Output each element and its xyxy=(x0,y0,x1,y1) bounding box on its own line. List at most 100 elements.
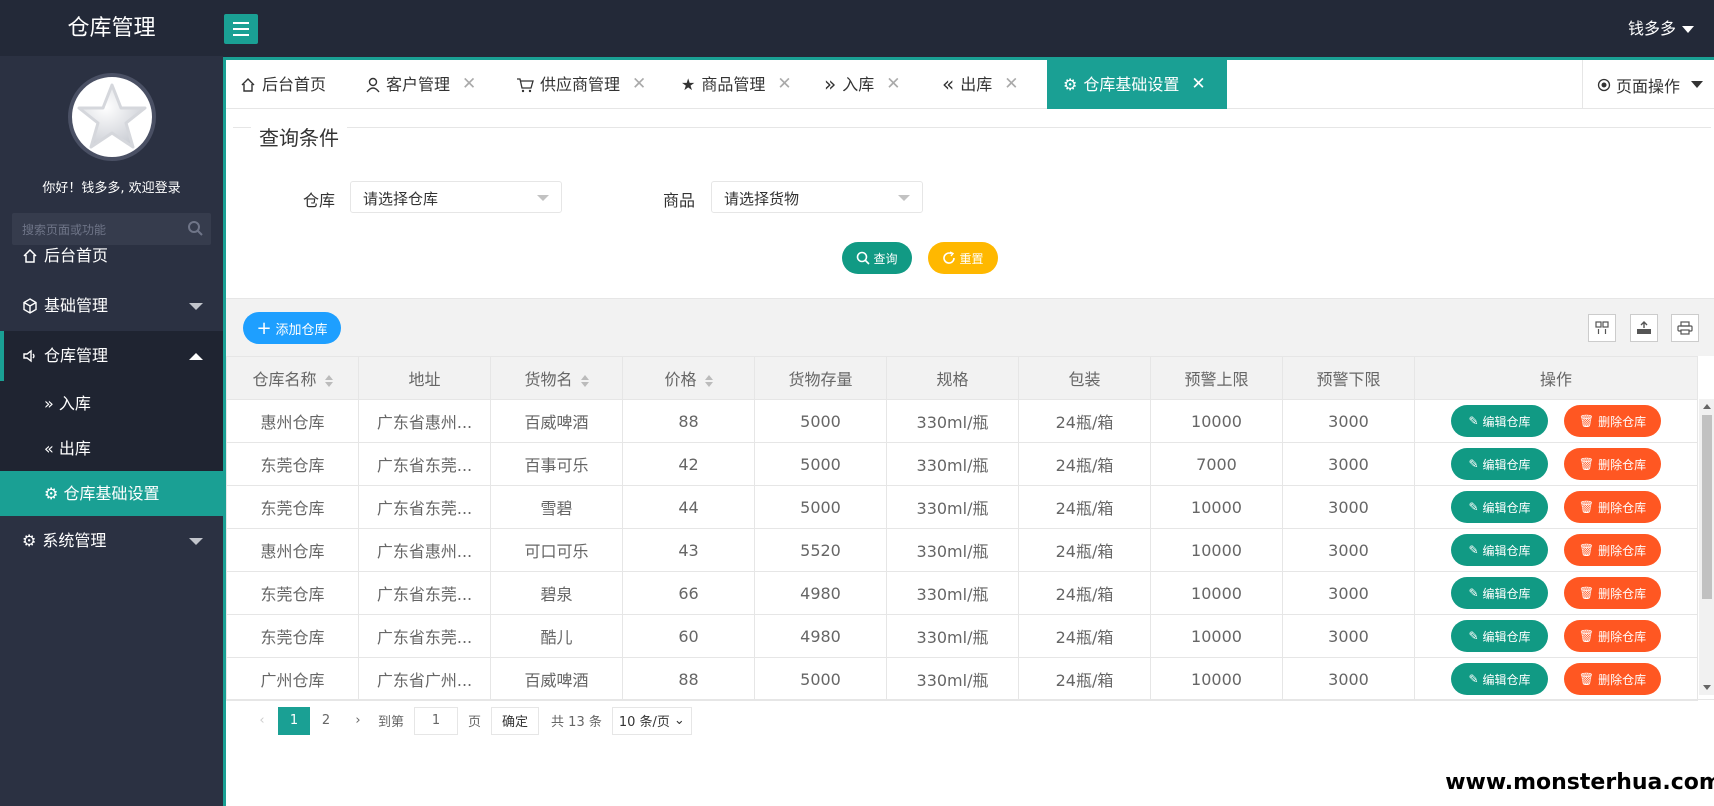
edit-warehouse-button[interactable]: ✎ 编辑仓库 xyxy=(1451,663,1548,695)
scroll-up-icon[interactable] xyxy=(1703,404,1711,409)
warehouse-select-placeholder: 请选择仓库 xyxy=(363,190,439,208)
plus-icon: + xyxy=(256,317,272,339)
close-icon[interactable]: ✕ xyxy=(632,62,646,107)
columns-filter-button[interactable] xyxy=(1588,314,1616,342)
sidebar-subitem-warehouse-settings[interactable]: ⚙ 仓库基础设置 xyxy=(0,471,223,516)
delete-warehouse-button[interactable]: 🗑 删除仓库 xyxy=(1564,577,1661,609)
close-icon[interactable]: ✕ xyxy=(462,62,476,107)
chevron-down-icon xyxy=(189,303,203,310)
table-cell: 3000 xyxy=(1282,485,1415,529)
delete-button-label: 删除仓库 xyxy=(1598,586,1647,601)
table-cell: 广东省东莞... xyxy=(358,485,491,529)
tab-home[interactable]: 后台首页 xyxy=(232,60,334,109)
edit-warehouse-button[interactable]: ✎ 编辑仓库 xyxy=(1451,534,1548,566)
sort-icon[interactable] xyxy=(580,374,589,387)
tab-outbound[interactable]: « 出库 ✕ xyxy=(934,60,1027,109)
sidebar-item-warehouse[interactable]: 仓库管理 xyxy=(0,331,223,381)
edit-button-label: 编辑仓库 xyxy=(1482,414,1531,429)
goods-select-placeholder: 请选择货物 xyxy=(724,190,800,208)
search-icon xyxy=(857,251,871,265)
pencil-icon: ✎ xyxy=(1468,586,1479,600)
warehouse-table: 仓库名称 地址 货物名 价格 货物存量 规格 包装 预警上限 预警下限 操作 惠… xyxy=(226,356,1698,701)
table-cell: 88 xyxy=(622,657,755,701)
print-button[interactable] xyxy=(1671,314,1699,342)
reset-button[interactable]: 重置 xyxy=(928,242,998,274)
sidebar-item-basic[interactable]: 基础管理 xyxy=(0,281,223,331)
goods-select[interactable]: 请选择货物 xyxy=(711,181,923,213)
column-header: 操作 xyxy=(1414,356,1698,400)
column-header[interactable]: 货物名 xyxy=(490,356,623,400)
table-cell: 330ml/瓶 xyxy=(886,442,1019,486)
table-cell: 10000 xyxy=(1150,485,1283,529)
tab-inbound[interactable]: » 入库 ✕ xyxy=(816,60,909,109)
tab-warehouse-settings[interactable]: ⚙ 仓库基础设置 ✕ xyxy=(1047,60,1227,109)
sidebar-subitem-outbound[interactable]: « 出库 xyxy=(0,426,223,471)
goto-page-input[interactable]: 1 xyxy=(414,706,459,735)
column-header[interactable]: 价格 xyxy=(622,356,755,400)
page-number[interactable]: 1 xyxy=(278,706,310,735)
table-cell: 3000 xyxy=(1282,657,1415,701)
tab-label: 商品管理 xyxy=(701,75,766,94)
avatar xyxy=(68,73,156,161)
tab-supplier[interactable]: 供应商管理 ✕ xyxy=(508,60,654,109)
user-icon xyxy=(366,77,380,92)
table-cell: 330ml/瓶 xyxy=(886,399,1019,443)
delete-warehouse-button[interactable]: 🗑 删除仓库 xyxy=(1564,448,1661,480)
sidebar-item-home[interactable]: 后台首页 xyxy=(0,231,223,281)
edit-warehouse-button[interactable]: ✎ 编辑仓库 xyxy=(1451,620,1548,652)
edit-button-label: 编辑仓库 xyxy=(1482,500,1531,515)
table-cell: 44 xyxy=(622,485,755,529)
prev-page-button[interactable]: ‹ xyxy=(246,707,278,735)
page-size-select[interactable]: 10 条/页 ⌄ xyxy=(611,706,692,735)
tab-label: 供应商管理 xyxy=(540,75,621,94)
edit-warehouse-button[interactable]: ✎ 编辑仓库 xyxy=(1451,577,1548,609)
user-menu[interactable]: 钱多多 xyxy=(1628,0,1694,57)
sort-icon[interactable] xyxy=(704,374,713,387)
scroll-down-icon[interactable] xyxy=(1703,685,1711,690)
page-number[interactable]: 2 xyxy=(310,707,342,735)
delete-warehouse-button[interactable]: 🗑 删除仓库 xyxy=(1564,663,1661,695)
star-icon: ★ xyxy=(681,75,696,94)
sort-icon[interactable] xyxy=(324,374,333,387)
table-cell: 雪碧 xyxy=(490,485,623,529)
table-cell: 东莞仓库 xyxy=(226,485,359,529)
next-page-button[interactable]: › xyxy=(342,707,374,735)
close-icon[interactable]: ✕ xyxy=(1004,62,1018,107)
column-header: 货物存量 xyxy=(754,356,887,400)
scroll-thumb[interactable] xyxy=(1702,415,1712,599)
tab-customer[interactable]: 客户管理 ✕ xyxy=(358,60,484,109)
warehouse-select[interactable]: 请选择仓库 xyxy=(350,181,562,213)
goto-confirm-button[interactable]: 确定 xyxy=(491,706,540,735)
delete-warehouse-button[interactable]: 🗑 删除仓库 xyxy=(1564,534,1661,566)
delete-warehouse-button[interactable]: 🗑 删除仓库 xyxy=(1564,620,1661,652)
table-row: 广州仓库 广东省广州... 百威啤酒 88 5000 330ml/瓶 24瓶/箱 10000 3… xyxy=(226,657,1698,701)
table-cell: 广东省东莞... xyxy=(358,614,491,658)
sidebar-item-system[interactable]: ⚙ 系统管理 xyxy=(0,516,223,566)
tab-goods[interactable]: ★ 商品管理 ✕ xyxy=(673,60,800,109)
edit-warehouse-button[interactable]: ✎ 编辑仓库 xyxy=(1451,491,1548,523)
close-icon[interactable]: ✕ xyxy=(1191,62,1205,107)
page-operations-menu[interactable]: 页面操作 xyxy=(1582,60,1714,109)
edit-warehouse-button[interactable]: ✎ 编辑仓库 xyxy=(1451,405,1548,437)
close-icon[interactable]: ✕ xyxy=(777,62,791,107)
sidebar-item-label: 仓库管理 xyxy=(44,346,109,365)
edit-warehouse-button[interactable]: ✎ 编辑仓库 xyxy=(1451,448,1548,480)
column-header[interactable]: 仓库名称 xyxy=(226,356,359,400)
trash-icon: 🗑 xyxy=(1578,414,1595,428)
table-scrollbar[interactable] xyxy=(1699,399,1714,695)
export-button[interactable] xyxy=(1630,314,1658,342)
delete-warehouse-button[interactable]: 🗑 删除仓库 xyxy=(1564,405,1661,437)
search-button[interactable]: 查询 xyxy=(842,242,912,274)
trash-icon: 🗑 xyxy=(1578,586,1595,600)
sidebar-subitem-inbound[interactable]: » 入库 xyxy=(0,381,223,426)
add-warehouse-button[interactable]: + 添加仓库 xyxy=(243,312,341,344)
edit-button-label: 编辑仓库 xyxy=(1482,457,1531,472)
delete-button-label: 删除仓库 xyxy=(1598,457,1647,472)
close-icon[interactable]: ✕ xyxy=(886,62,900,107)
delete-warehouse-button[interactable]: 🗑 删除仓库 xyxy=(1564,491,1661,523)
watermark-text: www.monsterhua.com xyxy=(1445,759,1714,806)
table-cell: 330ml/瓶 xyxy=(886,485,1019,529)
table-cell: 百威啤酒 xyxy=(490,657,623,701)
page-unit: 页 xyxy=(468,715,482,730)
menu-toggle-button[interactable] xyxy=(224,14,258,44)
